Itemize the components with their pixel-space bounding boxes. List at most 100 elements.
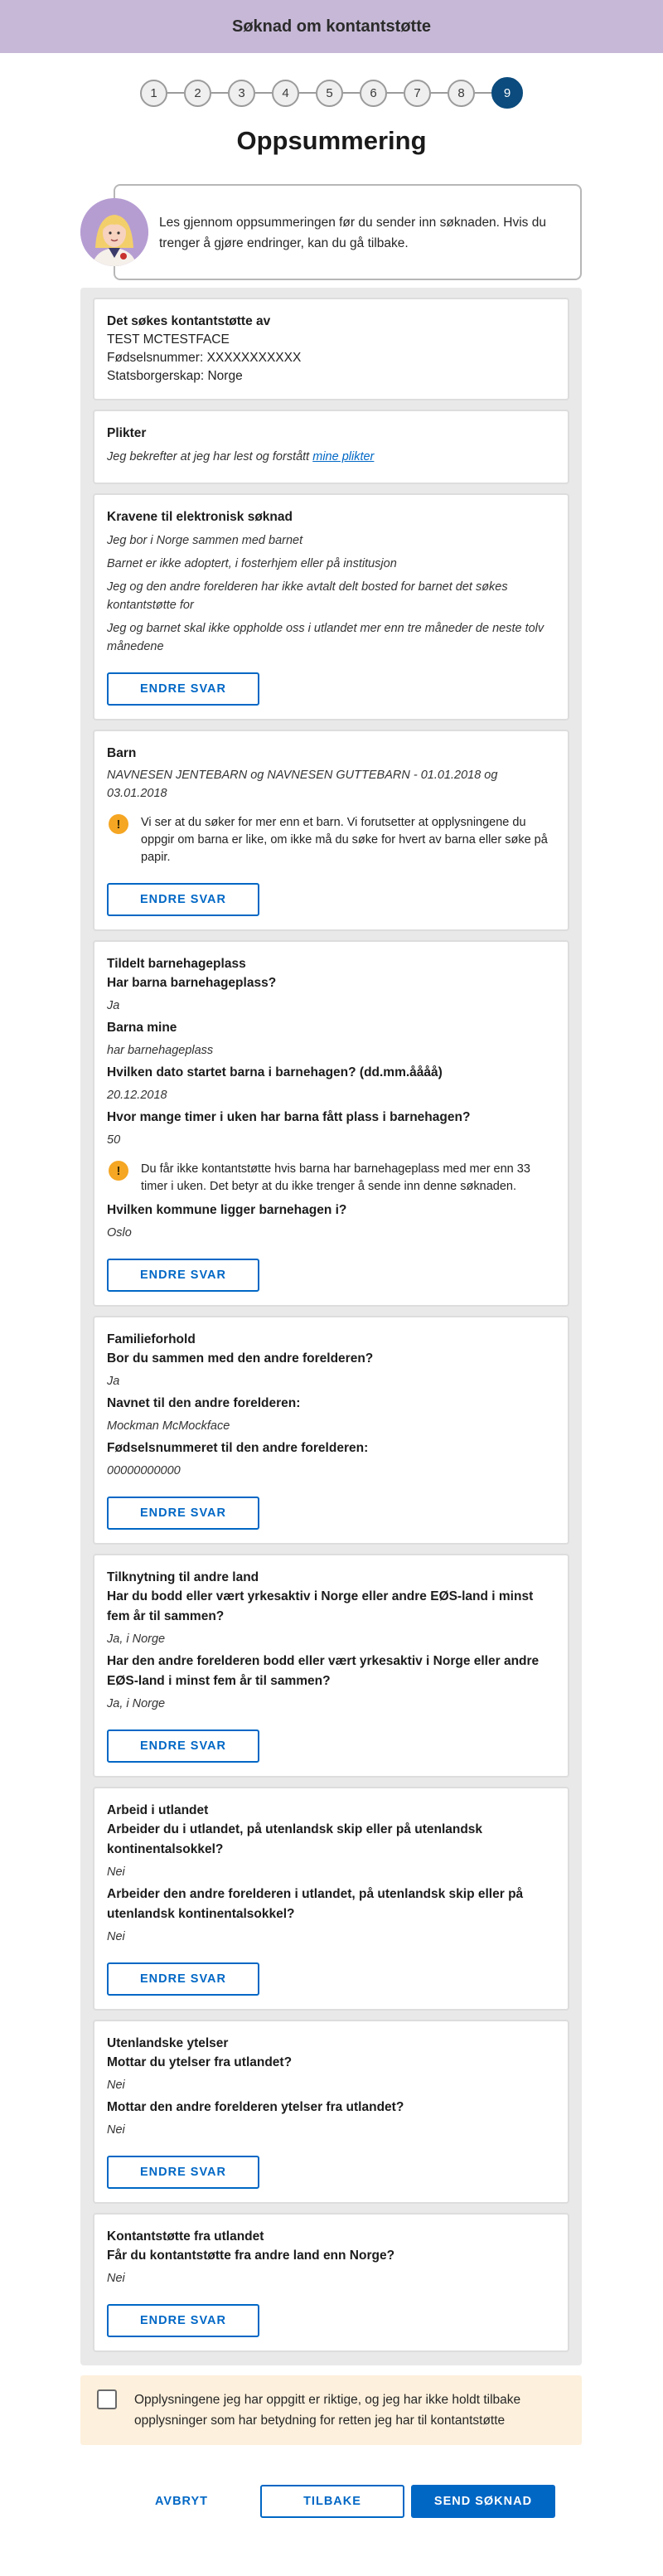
step-2: 2: [184, 79, 211, 107]
step-connector: [431, 92, 448, 94]
answer: Nei: [107, 2079, 125, 2092]
section-requirements: Kravene til elektronisk søknad Jeg bor i…: [93, 493, 569, 720]
question: Hvilken kommune ligger barnehagen i?: [107, 1203, 347, 1217]
applicant-ssn: Fødselsnummer: XXXXXXXXXXX: [107, 351, 302, 365]
requirement-item: Jeg og den andre forelderen har ikke avt…: [107, 580, 508, 612]
cancel-button[interactable]: AVBRYT: [133, 2485, 230, 2518]
section-title: Plikter: [107, 426, 147, 440]
duties-link[interactable]: mine plikter: [312, 450, 374, 463]
section-foreign-benefits: Utenlandske ytelser Mottar du ytelser fr…: [93, 2020, 569, 2204]
edit-kindergarten-button[interactable]: ENDRE SVAR: [107, 1259, 259, 1292]
step-6: 6: [360, 79, 387, 107]
page-bottom-spacer: [0, 2518, 663, 2576]
warning-icon: !: [109, 1161, 128, 1181]
answer: Ja, i Norge: [107, 1697, 166, 1710]
section-title: Tildelt barnehageplass: [107, 957, 246, 971]
summary-panel: Det søkes kontantstøtte av TEST MCTESTFA…: [80, 288, 582, 2365]
question: Mottar den andre forelderen ytelser fra …: [107, 2100, 404, 2114]
intro-veileder: Les gjennom oppsummeringen før du sender…: [80, 184, 582, 280]
answer: 50: [107, 1133, 121, 1147]
question: Mottar du ytelser fra utlandet?: [107, 2055, 293, 2069]
confirmation-text: Opplysningene jeg har oppgitt er riktige…: [134, 2393, 521, 2428]
section-foreign-support: Kontantstøtte fra utlandet Får du kontan…: [93, 2213, 569, 2352]
section-title: Kontantstøtte fra utlandet: [107, 2229, 264, 2244]
step-3: 3: [228, 79, 255, 107]
requirement-item: Jeg og barnet skal ikke oppholde oss i u…: [107, 622, 544, 653]
step-connector: [387, 92, 404, 94]
progress-stepper: 1 2 3 4 5 6 7 8 9: [0, 77, 663, 109]
step-5: 5: [316, 79, 343, 107]
duties-statement: Jeg bekrefter at jeg har lest og forståt…: [107, 450, 310, 463]
edit-foreign-support-button[interactable]: ENDRE SVAR: [107, 2304, 259, 2337]
step-connector: [167, 92, 184, 94]
intro-text: Les gjennom oppsummeringen før du sender…: [159, 216, 546, 250]
step-9-active: 9: [491, 77, 523, 109]
step-8: 8: [448, 79, 475, 107]
question: Har du bodd eller vært yrkesaktiv i Norg…: [107, 1589, 534, 1623]
warning-icon: !: [109, 814, 128, 834]
section-work-abroad: Arbeid i utlandet Arbeider du i utlandet…: [93, 1787, 569, 2011]
section-family: Familieforhold Bor du sammen med den and…: [93, 1316, 569, 1545]
section-title: Tilknytning til andre land: [107, 1570, 259, 1584]
step-connector: [299, 92, 316, 94]
answer: Nei: [107, 1865, 125, 1879]
edit-family-button[interactable]: ENDRE SVAR: [107, 1497, 259, 1530]
section-title: Arbeid i utlandet: [107, 1803, 209, 1817]
requirement-item: Barnet er ikke adoptert, i fosterhjem el…: [107, 557, 397, 570]
edit-requirements-button[interactable]: ENDRE SVAR: [107, 672, 259, 706]
answer: Mockman McMockface: [107, 1419, 230, 1433]
answer: 00000000000: [107, 1464, 181, 1477]
action-bar: AVBRYT TILBAKE SEND SØKNAD: [0, 2485, 663, 2518]
section-title: Kravene til elektronisk søknad: [107, 510, 293, 524]
alert-text: Du får ikke kontantstøtte hvis barna har…: [141, 1162, 530, 1193]
question: Arbeider den andre forelderen i utlandet…: [107, 1887, 524, 1921]
section-kindergarten: Tildelt barnehageplass Har barna barneha…: [93, 940, 569, 1307]
answer: Nei: [107, 2123, 125, 2137]
section-duties: Plikter Jeg bekrefter at jeg har lest og…: [93, 410, 569, 484]
section-title: Det søkes kontantstøtte av: [107, 314, 271, 328]
step-connector: [475, 92, 491, 94]
section-title: Utenlandske ytelser: [107, 2036, 229, 2050]
child-alert: ! Vi ser at du søker for mer enn et barn…: [107, 814, 555, 866]
question: Hvilken dato startet barna i barnehagen?…: [107, 1065, 443, 1079]
page-title: Oppsummering: [236, 126, 427, 155]
confirmation-checkbox[interactable]: [97, 2389, 117, 2409]
section-title: Familieforhold: [107, 1332, 196, 1346]
step-7: 7: [404, 79, 431, 107]
section-child: Barn NAVNESEN JENTEBARN og NAVNESEN GUTT…: [93, 730, 569, 931]
edit-child-button[interactable]: ENDRE SVAR: [107, 883, 259, 916]
step-1: 1: [140, 79, 167, 107]
question: Har barna barnehageplass?: [107, 976, 277, 990]
child-names: NAVNESEN JENTEBARN og NAVNESEN GUTTEBARN…: [107, 769, 498, 800]
answer: Ja: [107, 999, 120, 1012]
edit-work-abroad-button[interactable]: ENDRE SVAR: [107, 1962, 259, 1996]
section-connection: Tilknytning til andre land Har du bodd e…: [93, 1554, 569, 1778]
answer: 20.12.2018: [107, 1089, 167, 1102]
submit-button[interactable]: SEND SØKNAD: [411, 2485, 555, 2518]
back-button[interactable]: TILBAKE: [260, 2485, 404, 2518]
app-header: Søknad om kontantstøtte: [0, 0, 663, 53]
question: Navnet til den andre forelderen:: [107, 1396, 301, 1410]
answer: Nei: [107, 2272, 125, 2285]
edit-foreign-benefits-button[interactable]: ENDRE SVAR: [107, 2156, 259, 2189]
speech-bubble: Les gjennom oppsummeringen før du sender…: [114, 184, 582, 280]
question: Får du kontantstøtte fra andre land enn …: [107, 2249, 395, 2263]
question: Bor du sammen med den andre forelderen?: [107, 1351, 374, 1366]
question: Fødselsnummeret til den andre forelderen…: [107, 1441, 369, 1455]
duties-text: Jeg bekrefter at jeg har lest og forståt…: [107, 448, 555, 466]
question: Arbeider du i utlandet, på utenlandsk sk…: [107, 1822, 483, 1856]
kindergarten-alert: ! Du får ikke kontantstøtte hvis barna h…: [107, 1161, 555, 1196]
alert-text: Vi ser at du søker for mer enn et barn. …: [141, 816, 548, 864]
step-connector: [255, 92, 272, 94]
step-connector: [211, 92, 228, 94]
edit-connection-button[interactable]: ENDRE SVAR: [107, 1729, 259, 1763]
answer: Ja, i Norge: [107, 1632, 166, 1646]
answer: Oslo: [107, 1226, 132, 1239]
question: Barna mine: [107, 1021, 177, 1035]
applicant-citizenship: Statsborgerskap: Norge: [107, 369, 243, 383]
step-4: 4: [272, 79, 299, 107]
applicant-name: TEST MCTESTFACE: [107, 332, 230, 347]
guide-avatar-icon: [80, 198, 148, 266]
answer: Nei: [107, 1930, 125, 1943]
section-title: Barn: [107, 746, 137, 760]
